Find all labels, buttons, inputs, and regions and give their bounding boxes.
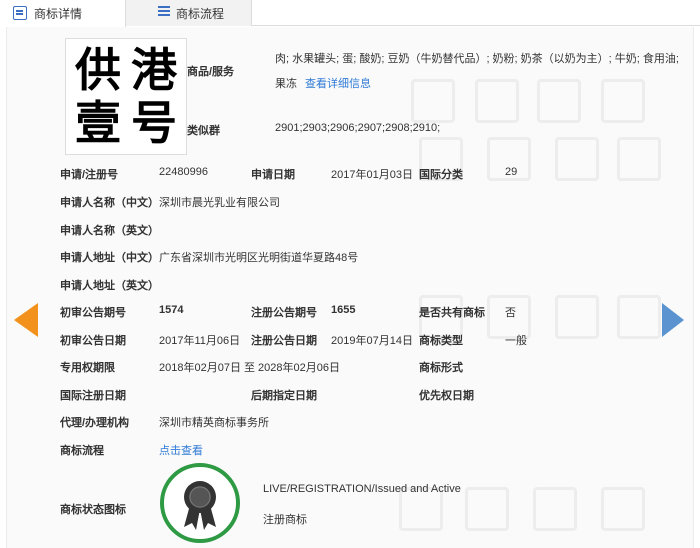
watermark-mark [555, 137, 599, 181]
reg-no-label: 申请/注册号 [60, 169, 119, 181]
pub-date-value: 2017年11月06日 [159, 335, 241, 347]
next-arrow-icon[interactable] [662, 303, 684, 337]
similar-group-label: 类似群 [187, 125, 220, 137]
watermark-mark [411, 79, 455, 123]
exclusive-term-value: 2018年02月07日 至 2028年02月06日 [159, 362, 340, 374]
priority-date-label: 优先权日期 [419, 390, 474, 402]
document-icon [13, 6, 27, 20]
exclusive-term-label: 专用权期限 [60, 362, 115, 374]
list-icon [158, 6, 172, 20]
status-en-value: LIVE/REGISTRATION/Issued and Active [263, 483, 461, 495]
logo-char: 壹 [75, 96, 121, 151]
type-label: 商标类型 [419, 335, 463, 347]
trademark-logo-image: 供 港 壹 号 [65, 38, 187, 155]
address-cn-label: 申请人地址（中文） [60, 252, 159, 264]
watermark-mark [465, 487, 509, 531]
watermark-mark [601, 79, 645, 123]
logo-char: 港 [131, 42, 177, 97]
intl-reg-date-label: 国际注册日期 [60, 390, 126, 402]
goods-label: 商品/服务 [187, 66, 235, 78]
address-cn-value: 广东省深圳市光明区光明街道华夏路48号 [159, 252, 359, 264]
watermark-mark [617, 137, 661, 181]
watermark-mark [475, 79, 519, 123]
pub-no-value: 1574 [159, 304, 184, 316]
intl-class-label: 国际分类 [419, 169, 463, 181]
shared-value: 否 [505, 307, 516, 319]
award-ribbon-icon [184, 481, 216, 530]
reg-no-value: 22480996 [159, 166, 208, 178]
applicant-cn-value: 深圳市晨光乳业有限公司 [159, 197, 280, 209]
goods-value-line2: 果冻 [275, 78, 297, 90]
address-en-label: 申请人地址（英文） [60, 280, 159, 292]
apply-date-label: 申请日期 [251, 169, 295, 181]
reg-pub-date-value: 2019年07月14日 [331, 335, 413, 347]
tab-label: 商标详情 [34, 7, 83, 21]
reg-pub-no-label: 注册公告期号 [251, 307, 317, 319]
logo-char: 号 [131, 96, 177, 151]
agent-value: 深圳市精英商标事务所 [159, 417, 269, 429]
applicant-cn-label: 申请人名称（中文） [60, 197, 159, 209]
type-value: 一般 [505, 335, 527, 347]
flow-view-link[interactable]: 点击查看 [159, 442, 203, 458]
tab-trademark-flow[interactable]: 商标流程 [126, 0, 252, 26]
tab-trademark-detail[interactable]: 商标详情 [0, 0, 126, 27]
watermark-mark [555, 295, 599, 339]
prev-arrow-icon[interactable] [14, 303, 38, 337]
status-cn-value: 注册商标 [263, 514, 307, 526]
tab-bar: 商标详情 商标流程 [0, 0, 700, 27]
applicant-en-label: 申请人名称（英文） [60, 225, 159, 237]
goods-value-line1: 肉; 水果罐头; 蛋; 酸奶; 豆奶（牛奶替代品）; 奶粉; 奶茶（以奶为主）;… [275, 53, 679, 65]
pub-date-label: 初审公告日期 [60, 335, 126, 347]
flow-label: 商标流程 [60, 445, 104, 457]
watermark-mark [533, 487, 577, 531]
pub-no-label: 初审公告期号 [60, 307, 126, 319]
watermark-mark [617, 295, 661, 339]
reg-pub-no-value: 1655 [331, 304, 356, 316]
apply-date-value: 2017年01月03日 [331, 169, 413, 181]
view-details-link[interactable]: 查看详细信息 [305, 75, 371, 91]
status-badge [160, 463, 240, 543]
logo-char: 供 [75, 42, 121, 97]
agent-label: 代理/办理机构 [60, 417, 130, 429]
form-label: 商标形式 [419, 362, 463, 374]
tab-label: 商标流程 [176, 6, 225, 21]
detail-panel: 供 港 壹 号 商品/服务 肉; 水果罐头; 蛋; 酸奶; 豆奶（牛奶替代品）;… [6, 27, 694, 548]
watermark-mark [537, 79, 581, 123]
shared-label: 是否共有商标 [419, 307, 485, 319]
intl-class-value: 29 [505, 166, 518, 178]
later-date-label: 后期指定日期 [251, 390, 317, 402]
watermark-mark [601, 487, 645, 531]
reg-pub-date-label: 注册公告日期 [251, 335, 317, 347]
status-icon-label: 商标状态图标 [60, 504, 126, 516]
similar-group-value: 2901;2903;2906;2907;2908;2910; [275, 122, 441, 134]
